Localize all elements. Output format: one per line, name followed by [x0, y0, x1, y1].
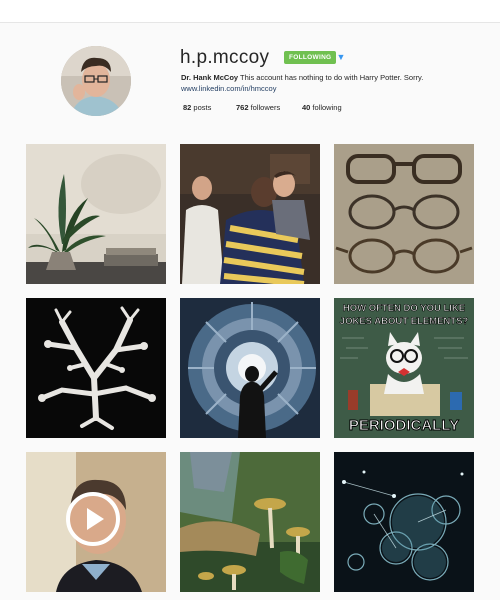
- meme-top-text: HOW OFTEN DO YOU LIKE: [343, 303, 465, 314]
- profile-bio: Dr. Hank McCoy This account has nothing …: [181, 73, 423, 82]
- bio-text: This account has nothing to do with Harr…: [238, 73, 424, 82]
- post-thumbnail-mushrooms[interactable]: [180, 452, 320, 592]
- following-button[interactable]: FOLLOWING: [284, 51, 337, 64]
- following-label: following: [310, 103, 342, 112]
- post-thumbnail-coral[interactable]: [26, 298, 166, 438]
- profile-username: h.p.mccoy: [180, 47, 270, 68]
- avatar[interactable]: [61, 46, 131, 116]
- followers-label: followers: [248, 103, 281, 112]
- post-thumbnail-molecules[interactable]: [334, 452, 474, 592]
- play-icon[interactable]: [66, 492, 120, 546]
- post-thumbnail-meme[interactable]: HOW OFTEN DO YOU LIKE JOKES ABOUT ELEMEN…: [334, 298, 474, 438]
- post-thumbnail-eyeglasses[interactable]: [334, 144, 474, 284]
- post-thumbnail-video[interactable]: [26, 452, 166, 592]
- post-thumbnail-students[interactable]: [180, 144, 320, 284]
- posts-label: posts: [191, 103, 212, 112]
- meme-middle-text: JOKES ABOUT ELEMENTS?: [340, 316, 469, 327]
- chevron-down-icon[interactable]: ▼: [336, 52, 346, 62]
- posts-stat: 82 posts: [183, 103, 211, 112]
- post-thumbnail-collider[interactable]: [180, 298, 320, 438]
- post-thumbnail-plant[interactable]: [26, 144, 166, 284]
- bio-full-name: Dr. Hank McCoy: [181, 73, 239, 82]
- top-bar: [0, 0, 500, 23]
- profile-link[interactable]: www.linkedin.com/in/hmccoy: [181, 84, 276, 93]
- followers-count: 762: [236, 103, 249, 112]
- following-stat[interactable]: 40 following: [302, 103, 342, 112]
- meme-bottom-text: PERIODICALLY: [349, 417, 459, 434]
- followers-stat[interactable]: 762 followers: [236, 103, 280, 112]
